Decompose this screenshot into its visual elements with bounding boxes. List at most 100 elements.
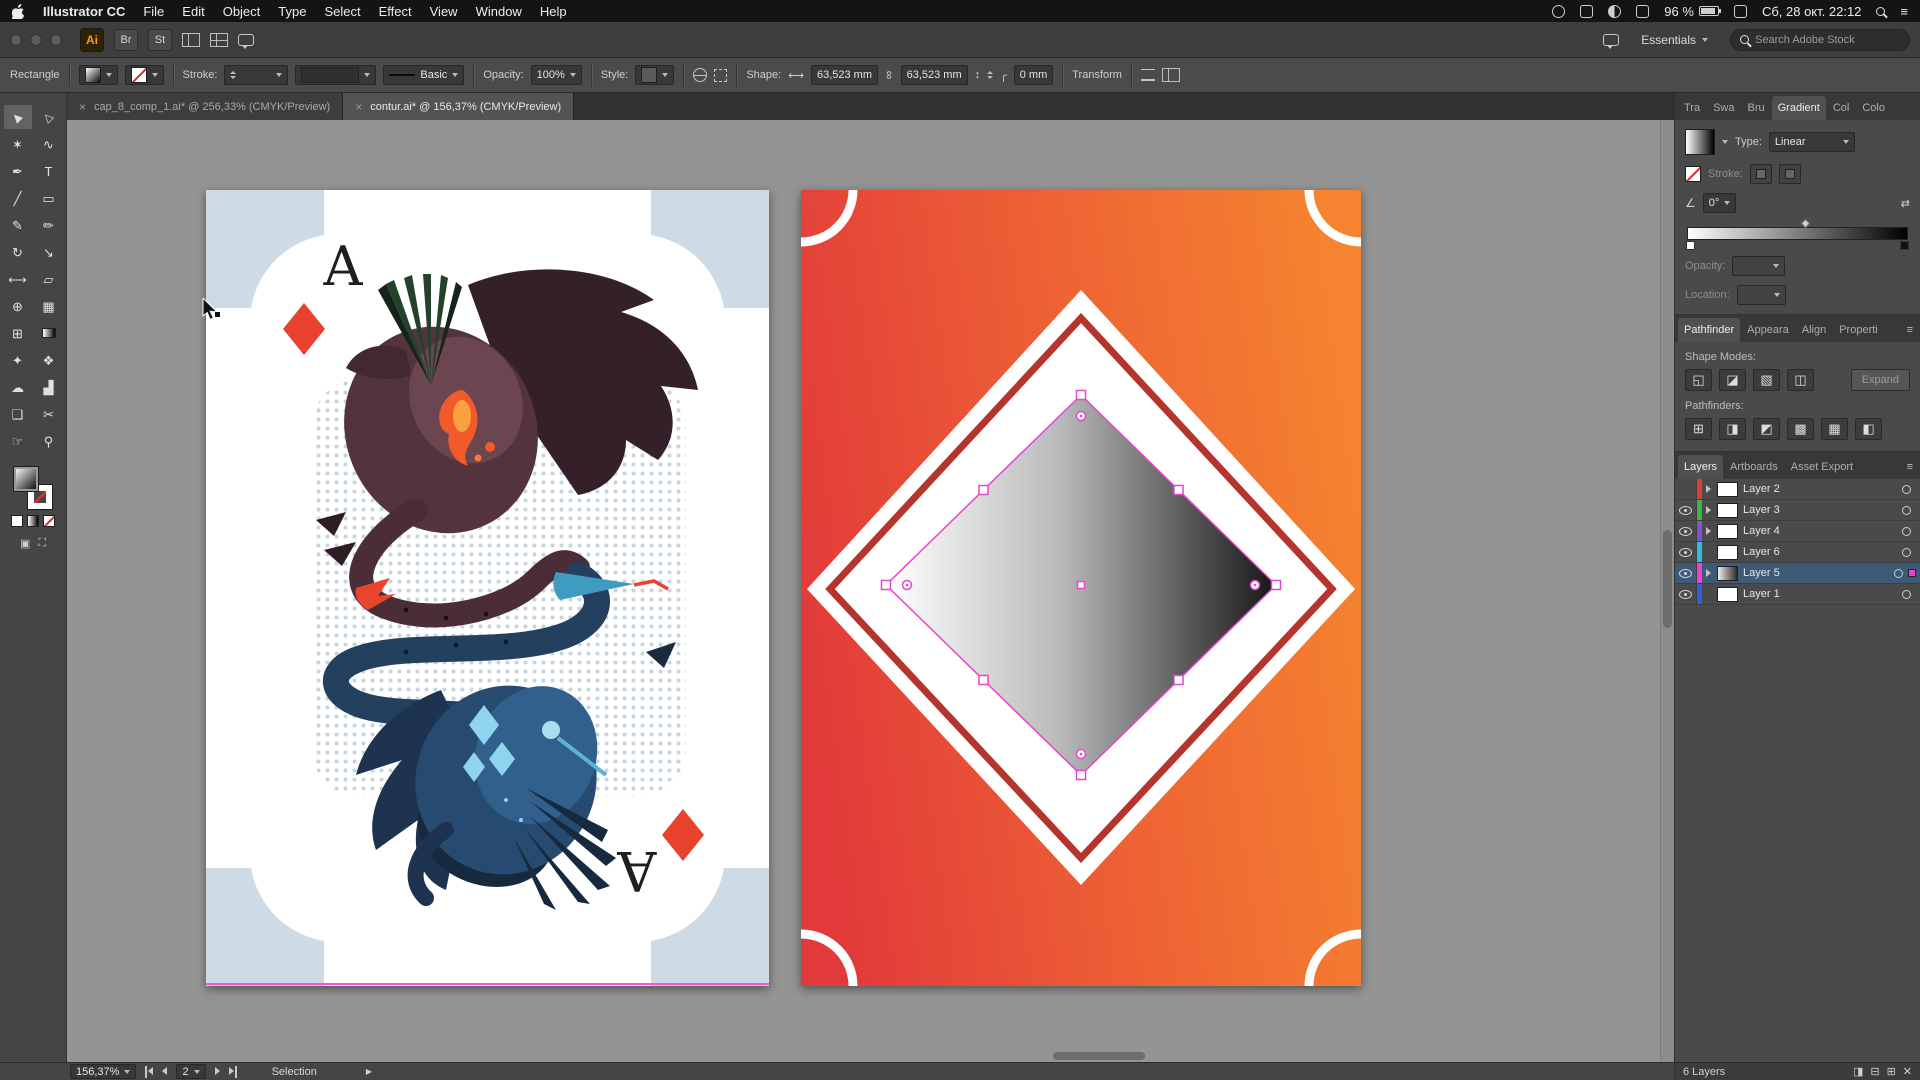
visibility-toggle[interactable] <box>1675 479 1697 499</box>
brush-definition-dropdown[interactable] <box>295 65 376 85</box>
perspective-grid-tool[interactable]: ▦ <box>35 294 63 318</box>
slice-tool[interactable]: ✂ <box>35 402 63 426</box>
target-circle[interactable] <box>1902 527 1911 536</box>
stroke-color-dropdown[interactable] <box>125 65 164 85</box>
tab-brushes[interactable]: Bru <box>1742 96 1771 120</box>
eyedropper-tool[interactable]: ✦ <box>4 348 32 372</box>
expand-arrow-icon[interactable] <box>1702 485 1715 493</box>
last-artboard-button[interactable] <box>229 1066 237 1078</box>
hand-tool[interactable]: ☞ <box>4 429 32 453</box>
align-icon[interactable] <box>1141 69 1155 81</box>
minus-back-button[interactable]: ◧ <box>1855 418 1882 440</box>
new-layer-icon[interactable]: ⊞ <box>1887 1065 1896 1078</box>
target-circle[interactable] <box>1902 590 1911 599</box>
tab-appearance[interactable]: Appeara <box>1741 318 1795 342</box>
menu-window[interactable]: Window <box>476 4 522 19</box>
tab-gradient[interactable]: Gradient <box>1772 96 1826 120</box>
rotate-tool[interactable]: ↻ <box>4 240 32 264</box>
display-icon[interactable] <box>1636 5 1649 18</box>
arrange-documents-icon[interactable] <box>182 33 200 47</box>
visibility-toggle[interactable] <box>1675 563 1697 583</box>
transform-link[interactable]: Transform <box>1072 69 1122 81</box>
gradient-type-dropdown[interactable]: Linear <box>1769 132 1855 152</box>
tab-color[interactable]: Col <box>1827 96 1856 120</box>
color-button[interactable] <box>11 515 23 527</box>
tab-artboards[interactable]: Artboards <box>1724 455 1784 479</box>
artboard-card-back[interactable] <box>801 190 1361 986</box>
shape-width-field[interactable]: 63,523 mm <box>811 65 878 85</box>
app-menu[interactable]: Illustrator CC <box>43 4 125 19</box>
intersect-button[interactable]: ▧ <box>1753 369 1780 391</box>
gradient-slider[interactable] <box>1687 227 1908 240</box>
document-setup-icon[interactable] <box>693 68 707 82</box>
gradient-stroke-swatch[interactable] <box>1685 166 1701 182</box>
minimize-window-button[interactable] <box>30 34 42 46</box>
status-icon-1[interactable] <box>1552 5 1565 18</box>
status-icon-2[interactable] <box>1580 5 1593 18</box>
layer-name[interactable]: Layer 4 <box>1743 525 1897 537</box>
minus-front-button[interactable]: ◪ <box>1719 369 1746 391</box>
type-tool[interactable]: T <box>35 159 63 183</box>
mesh-tool[interactable]: ⊞ <box>4 321 32 345</box>
new-sublayer-icon[interactable]: ⊟ <box>1870 1065 1879 1078</box>
style-dropdown[interactable] <box>635 65 674 85</box>
layer-row[interactable]: Layer 3 <box>1675 500 1920 521</box>
zoom-tool[interactable]: ⚲ <box>35 429 63 453</box>
menu-type[interactable]: Type <box>278 4 306 19</box>
gradient-button[interactable] <box>27 515 39 527</box>
vertical-scroll-thumb[interactable] <box>1663 530 1672 628</box>
tab-transparency[interactable]: Tra <box>1678 96 1706 120</box>
free-transform-tool[interactable]: ▱ <box>35 267 63 291</box>
variable-width-profile-dropdown[interactable]: Basic <box>383 65 464 85</box>
visibility-toggle[interactable] <box>1675 584 1697 604</box>
first-artboard-button[interactable] <box>145 1066 153 1078</box>
menu-select[interactable]: Select <box>324 4 360 19</box>
zoom-level-dropdown[interactable]: 156,37% <box>70 1064 136 1079</box>
target-circle[interactable] <box>1902 548 1911 557</box>
line-segment-tool[interactable]: ╱ <box>4 186 32 210</box>
unite-button[interactable]: ◱ <box>1685 369 1712 391</box>
isolate-icon[interactable] <box>1162 68 1180 82</box>
status-icon-3[interactable] <box>1608 5 1621 18</box>
notification-center-icon[interactable]: ≡ <box>1900 4 1908 19</box>
link-dimensions-icon[interactable]: ∞ <box>882 71 896 80</box>
next-artboard-button[interactable] <box>215 1066 220 1078</box>
shape-builder-tool[interactable]: ⊕ <box>4 294 32 318</box>
menu-view[interactable]: View <box>430 4 458 19</box>
fill-color-dropdown[interactable] <box>79 65 118 85</box>
trim-button[interactable]: ◨ <box>1719 418 1746 440</box>
apple-menu-icon[interactable] <box>12 4 25 19</box>
expand-arrow-icon[interactable] <box>1702 506 1715 514</box>
layer-row[interactable]: Layer 6 <box>1675 542 1920 563</box>
scale-tool[interactable]: ↘ <box>35 240 63 264</box>
layer-row[interactable]: Layer 4 <box>1675 521 1920 542</box>
tab-pathfinder[interactable]: Pathfinder <box>1678 318 1740 342</box>
column-graph-tool[interactable]: ▟ <box>35 375 63 399</box>
target-circle[interactable] <box>1894 569 1903 578</box>
horizontal-scroll-thumb[interactable] <box>1053 1052 1145 1060</box>
expand-button[interactable]: Expand <box>1851 369 1910 391</box>
corner-radius-field[interactable]: 0 mm <box>1014 65 1054 85</box>
merge-button[interactable]: ◩ <box>1753 418 1780 440</box>
stroke-weight-stepper[interactable] <box>224 65 288 85</box>
stock-button[interactable]: St <box>148 29 172 51</box>
tab-properties[interactable]: Properti <box>1833 318 1884 342</box>
tab-align[interactable]: Align <box>1796 318 1832 342</box>
layer-name[interactable]: Layer 6 <box>1743 546 1897 558</box>
menu-file[interactable]: File <box>143 4 164 19</box>
gradient-angle-field[interactable]: 0° <box>1703 193 1737 213</box>
magic-wand-tool[interactable]: ✶ <box>4 132 32 156</box>
spotlight-icon[interactable] <box>1876 7 1885 16</box>
artboard-navigation-dropdown[interactable]: 2 <box>176 1064 205 1079</box>
menubar-clock[interactable]: Сб, 28 окт. 22:12 <box>1762 4 1861 19</box>
zoom-window-button[interactable] <box>50 34 62 46</box>
blend-tool[interactable]: ❖ <box>35 348 63 372</box>
shape-height-field[interactable]: 63,523 mm <box>901 65 968 85</box>
feedback-icon[interactable] <box>1603 34 1619 46</box>
close-window-button[interactable] <box>10 34 22 46</box>
exclude-button[interactable]: ◫ <box>1787 369 1814 391</box>
screen-mode-icon[interactable]: ⛶ <box>38 537 46 550</box>
reverse-gradient-icon[interactable]: ⇄ <box>1901 197 1910 210</box>
layer-row[interactable]: Layer 1 <box>1675 584 1920 605</box>
document-layout-icon[interactable] <box>210 33 228 47</box>
